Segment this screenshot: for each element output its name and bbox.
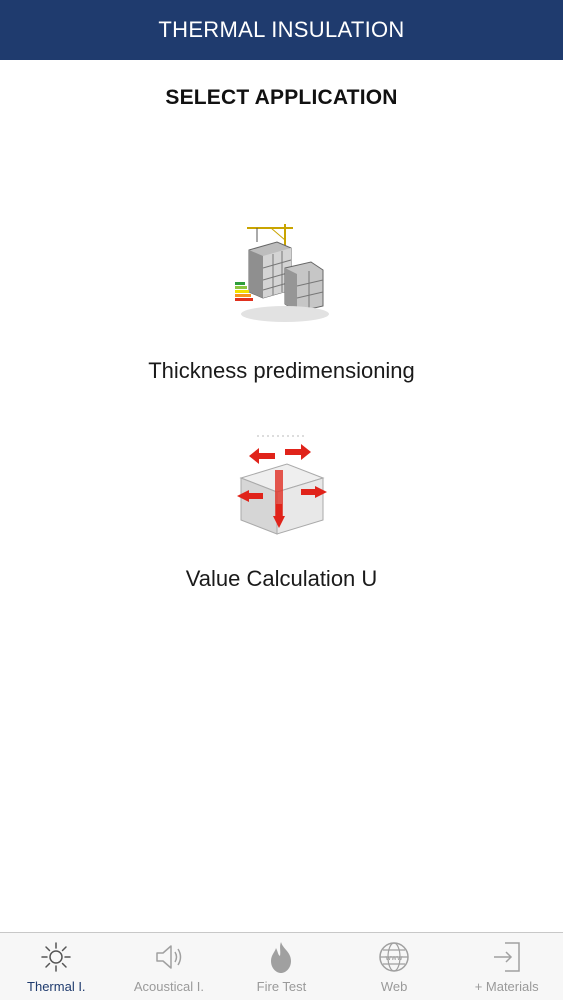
tab-label: + Materials	[474, 979, 539, 994]
tab-acoustical-insulation[interactable]: Acoustical I.	[113, 933, 226, 1000]
building-construction-image	[234, 224, 329, 322]
option-label: Value Calculation U	[185, 566, 378, 591]
tab-label: Fire Test	[256, 979, 307, 994]
speaker-icon	[156, 945, 182, 969]
tab-label: Web	[380, 979, 408, 994]
tab-label: Acoustical I.	[133, 979, 204, 994]
app-header: THERMAL INSULATION	[0, 0, 563, 60]
sign-in-icon	[493, 942, 520, 972]
sun-icon	[41, 942, 72, 972]
tab-thermal-insulation[interactable]: Thermal I.	[0, 933, 113, 1000]
tab-bar: Thermal I. Acoustical I. Fire Test www W…	[0, 932, 563, 1000]
page-title: THERMAL INSULATION	[158, 17, 405, 42]
flame-icon	[271, 942, 292, 973]
tab-web[interactable]: www Web	[338, 933, 451, 1000]
svg-text:www: www	[385, 954, 402, 962]
tab-fire-test[interactable]: Fire Test	[225, 933, 338, 1000]
section-title: SELECT APPLICATION	[165, 86, 398, 109]
globe-icon: www	[379, 942, 409, 972]
heat-loss-house-image	[236, 435, 327, 535]
tab-label: Thermal I.	[27, 979, 86, 994]
option-value-calculation-u[interactable]: Value Calculation U	[0, 430, 563, 592]
option-thickness-predimensioning[interactable]: Thickness predimensioning	[0, 220, 563, 384]
tab-materials[interactable]: + Materials	[450, 933, 563, 1000]
option-label: Thickness predimensioning	[148, 358, 415, 383]
